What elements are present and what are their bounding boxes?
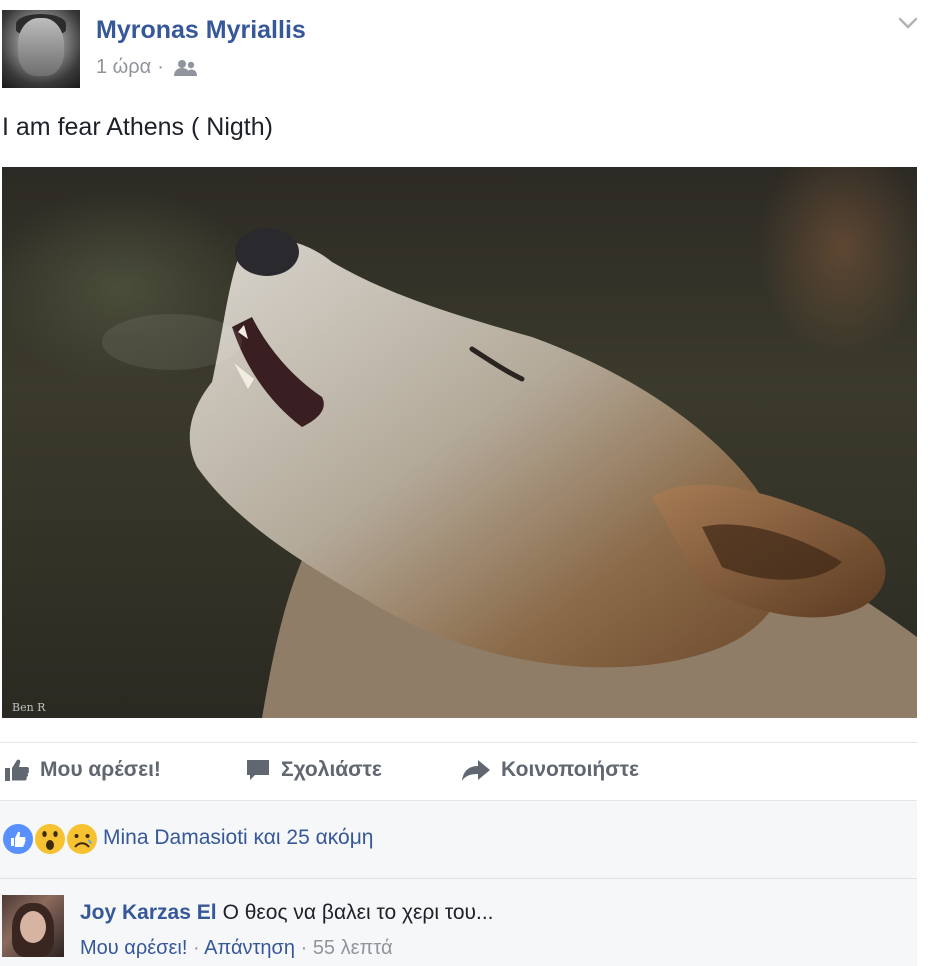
- comment-item: Joy Karzas El Ο θεος να βαλει το χερι του…: [0, 878, 917, 966]
- like-button-label: Μου αρέσει!: [40, 758, 161, 781]
- like-button[interactable]: Μου αρέσει!: [4, 758, 161, 782]
- comment-separator: ·: [192, 937, 200, 959]
- chevron-down-icon[interactable]: [897, 12, 919, 34]
- comment-button-label: Σχολιάστε: [281, 758, 382, 781]
- comment-like-link[interactable]: Μου αρέσει!: [80, 937, 187, 959]
- share-button[interactable]: Κοινοποιήστε: [461, 758, 639, 782]
- comment-reply-link[interactable]: Απάντηση: [204, 937, 295, 959]
- post-text: I am fear Athens ( Nigth): [2, 113, 273, 141]
- commenter-name[interactable]: Joy Karzas El: [80, 901, 217, 924]
- comment-button[interactable]: Σχολιάστε: [245, 758, 382, 782]
- comment-text: Ο θεος να βαλει το χερι του...: [222, 901, 494, 924]
- post-actions-bar: Μου αρέσει! Σχολιάστε Κοινοποιήστε: [0, 744, 917, 800]
- author-avatar[interactable]: [2, 10, 80, 88]
- sad-reaction-icon: [67, 824, 97, 854]
- comment-body: Joy Karzas El Ο θεος να βαλει το χερι του…: [80, 901, 494, 925]
- post-meta: 1 ώρα ·: [96, 56, 198, 79]
- divider: [0, 742, 917, 743]
- comment-actions: Μου αρέσει! · Απάντηση · 55 λεπτά: [80, 937, 393, 960]
- wolf-howling-image: [102, 228, 917, 718]
- author-name[interactable]: Myronas Myriallis: [96, 16, 306, 45]
- photo-watermark: Ben R: [12, 701, 46, 714]
- post-photo[interactable]: Ben R: [2, 167, 917, 718]
- share-arrow-icon: [462, 760, 490, 781]
- post-card: Myronas Myriallis 1 ώρα · I am fear Athe…: [0, 0, 933, 966]
- thumbs-up-icon: [5, 759, 30, 781]
- reactions-summary: Mina Damasioti και 25 ακόμη: [0, 800, 917, 879]
- comment-separator: ·: [300, 937, 308, 959]
- reactions-text[interactable]: Mina Damasioti και 25 ακόμη: [103, 826, 373, 850]
- friends-audience-icon[interactable]: [173, 59, 198, 77]
- comment-icon: [247, 760, 269, 780]
- comment-time[interactable]: 55 λεπτά: [313, 937, 393, 959]
- commenter-avatar[interactable]: [2, 895, 64, 957]
- meta-separator: ·: [157, 56, 164, 78]
- post-time[interactable]: 1 ώρα: [96, 56, 151, 79]
- share-button-label: Κοινοποιήστε: [501, 758, 639, 781]
- reaction-icons[interactable]: [2, 819, 102, 859]
